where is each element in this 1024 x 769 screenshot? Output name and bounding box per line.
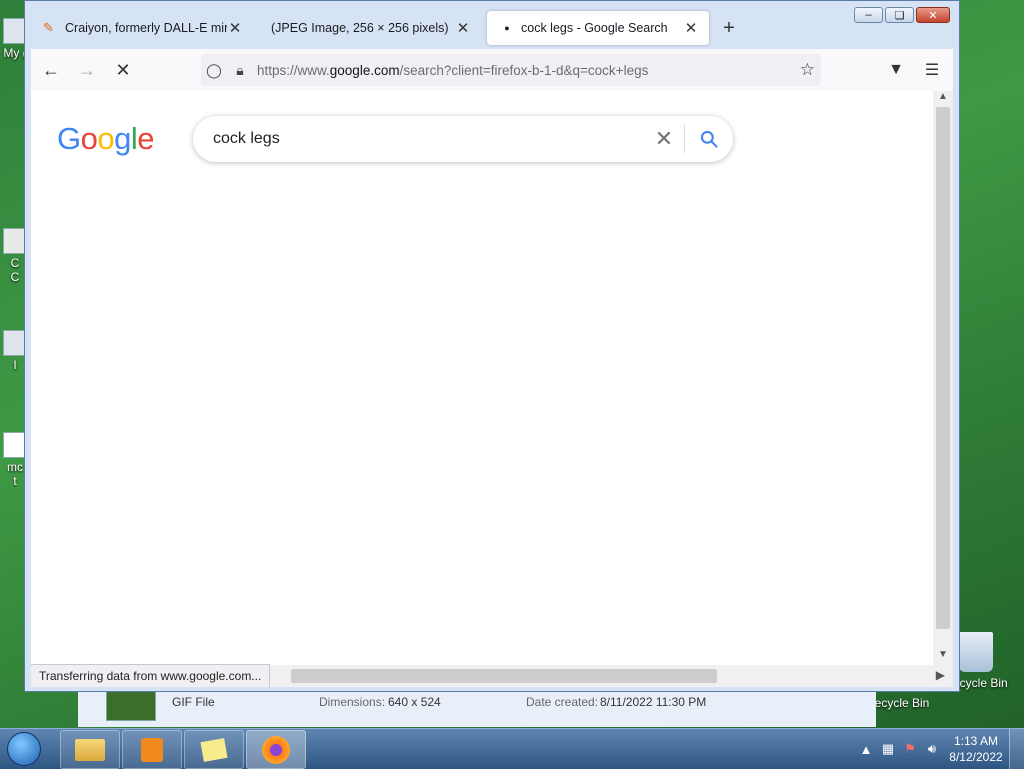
url-bar[interactable]: ◯ 🔒︎ https://www.google.com/search?clien… — [201, 54, 821, 86]
navigation-toolbar: ← → ✕ ◯ 🔒︎ https://www.google.com/search… — [31, 49, 953, 91]
new-tab-button[interactable]: + — [715, 14, 743, 42]
lock-icon[interactable]: 🔒︎ — [227, 62, 253, 79]
search-icon[interactable] — [685, 129, 733, 149]
url-text[interactable]: https://www.google.com/search?client=fir… — [257, 63, 648, 78]
desktop-icon-label: C C — [10, 256, 20, 284]
sticky-notes-icon — [200, 737, 228, 762]
volume-icon[interactable]: 🔊︎ — [921, 741, 943, 757]
scroll-thumb[interactable] — [936, 107, 950, 629]
media-player-icon — [141, 737, 163, 762]
tab-title: cock legs - Google Search — [521, 21, 668, 35]
clock[interactable]: 1:13 AM 8/12/2022 — [943, 733, 1009, 765]
desktop-icon-label: ecycle Bin — [874, 696, 930, 710]
date-created-label: Date created: — [526, 695, 599, 709]
folder-icon — [75, 738, 105, 761]
scroll-thumb[interactable] — [291, 669, 717, 683]
desktop-icon-label: mc t — [7, 460, 23, 488]
taskbar: ▲ ▦ ⚑ 🔊︎ 1:13 AM 8/12/2022 — [0, 728, 1024, 769]
dimensions-value: 640 x 524 — [388, 695, 441, 709]
page-content: Google cock legs ✕ ▲ ▼ ▶ Transferring da… — [31, 91, 953, 687]
date-created-value: 8/11/2022 11:30 PM — [600, 695, 707, 709]
close-window-button[interactable]: ✕ — [916, 7, 950, 23]
google-logo[interactable]: Google — [57, 121, 155, 157]
firefox-window: – ❏ ✕ ✎ Craiyon, formerly DALL-E mini ✕ … — [24, 0, 960, 692]
status-panel: Transferring data from www.google.com... — [31, 664, 271, 687]
logo-letter: o — [80, 121, 98, 156]
dimensions-label: Dimensions: — [319, 695, 386, 709]
tab-strip: ✎ Craiyon, formerly DALL-E mini ✕ (JPEG … — [31, 9, 743, 47]
tab-title: (JPEG Image, 256 × 256 pixels) — [271, 21, 449, 35]
bookmark-star-icon[interactable]: ☆ — [800, 60, 815, 80]
action-center-flag-icon[interactable]: ⚑ — [899, 741, 921, 757]
file-thumbnail — [106, 691, 156, 721]
taskbar-explorer[interactable] — [60, 730, 120, 769]
show-desktop-button[interactable] — [1009, 729, 1024, 769]
firefox-icon — [262, 735, 290, 764]
close-icon[interactable]: ✕ — [683, 19, 699, 37]
show-hidden-icons-icon[interactable]: ▲ — [855, 742, 877, 757]
menu-icon[interactable]: ☰ — [917, 54, 947, 86]
logo-letter: g — [114, 121, 131, 156]
restore-button[interactable]: ❏ — [885, 7, 914, 23]
clock-time: 1:13 AM — [953, 734, 999, 748]
window-controls: – ❏ ✕ — [854, 7, 950, 24]
start-button[interactable] — [4, 730, 44, 768]
network-icon[interactable]: ▦ — [877, 741, 899, 757]
logo-letter: e — [137, 121, 155, 156]
vertical-scrollbar[interactable]: ▲ ▼ — [933, 91, 953, 665]
close-icon[interactable]: ✕ — [455, 19, 471, 37]
scroll-right-icon[interactable]: ▶ — [936, 668, 945, 682]
forward-button[interactable]: → — [71, 54, 103, 86]
file-type: GIF File — [172, 695, 215, 709]
loading-dot-icon: ● — [504, 23, 510, 33]
taskbar-media-player[interactable] — [122, 730, 182, 769]
scroll-down-icon[interactable]: ▼ — [933, 649, 953, 665]
stop-button[interactable]: ✕ — [107, 54, 139, 86]
search-input[interactable]: cock legs — [213, 130, 644, 148]
desktop-icon-label: I — [13, 358, 17, 372]
close-icon[interactable]: ✕ — [227, 19, 243, 37]
logo-letter: G — [57, 121, 81, 156]
shield-icon[interactable]: ◯ — [201, 62, 227, 79]
desktop-icon-recycle-bin-partial[interactable]: ecycle Bin — [870, 696, 934, 710]
pencil-icon: ✎ — [43, 20, 54, 35]
windows-logo-icon — [7, 732, 41, 766]
taskbar-firefox[interactable] — [246, 730, 306, 769]
scroll-up-icon[interactable]: ▲ — [933, 91, 953, 107]
back-button[interactable]: ← — [35, 54, 67, 86]
minimize-button[interactable]: – — [854, 7, 883, 23]
google-search-box[interactable]: cock legs ✕ — [193, 116, 733, 162]
clock-date: 8/12/2022 — [949, 750, 1003, 764]
recycle-bin-icon — [959, 632, 993, 672]
clear-icon[interactable]: ✕ — [644, 126, 684, 152]
system-tray: ▲ ▦ ⚑ 🔊︎ 1:13 AM 8/12/2022 — [855, 729, 1024, 769]
explorer-details-pane: GIF File Dimensions: 640 x 524 Date crea… — [78, 686, 876, 727]
tab-craiyon[interactable]: ✎ Craiyon, formerly DALL-E mini ✕ — [31, 11, 253, 45]
tab-title: Craiyon, formerly DALL-E mini — [65, 21, 227, 35]
tab-google-search[interactable]: ● cock legs - Google Search ✕ — [487, 11, 709, 45]
pocket-icon[interactable]: ▼ — [881, 54, 911, 86]
logo-letter: o — [97, 121, 115, 156]
tab-jpeg-image[interactable]: (JPEG Image, 256 × 256 pixels) ✕ — [259, 11, 481, 45]
taskbar-sticky-notes[interactable] — [184, 730, 244, 769]
